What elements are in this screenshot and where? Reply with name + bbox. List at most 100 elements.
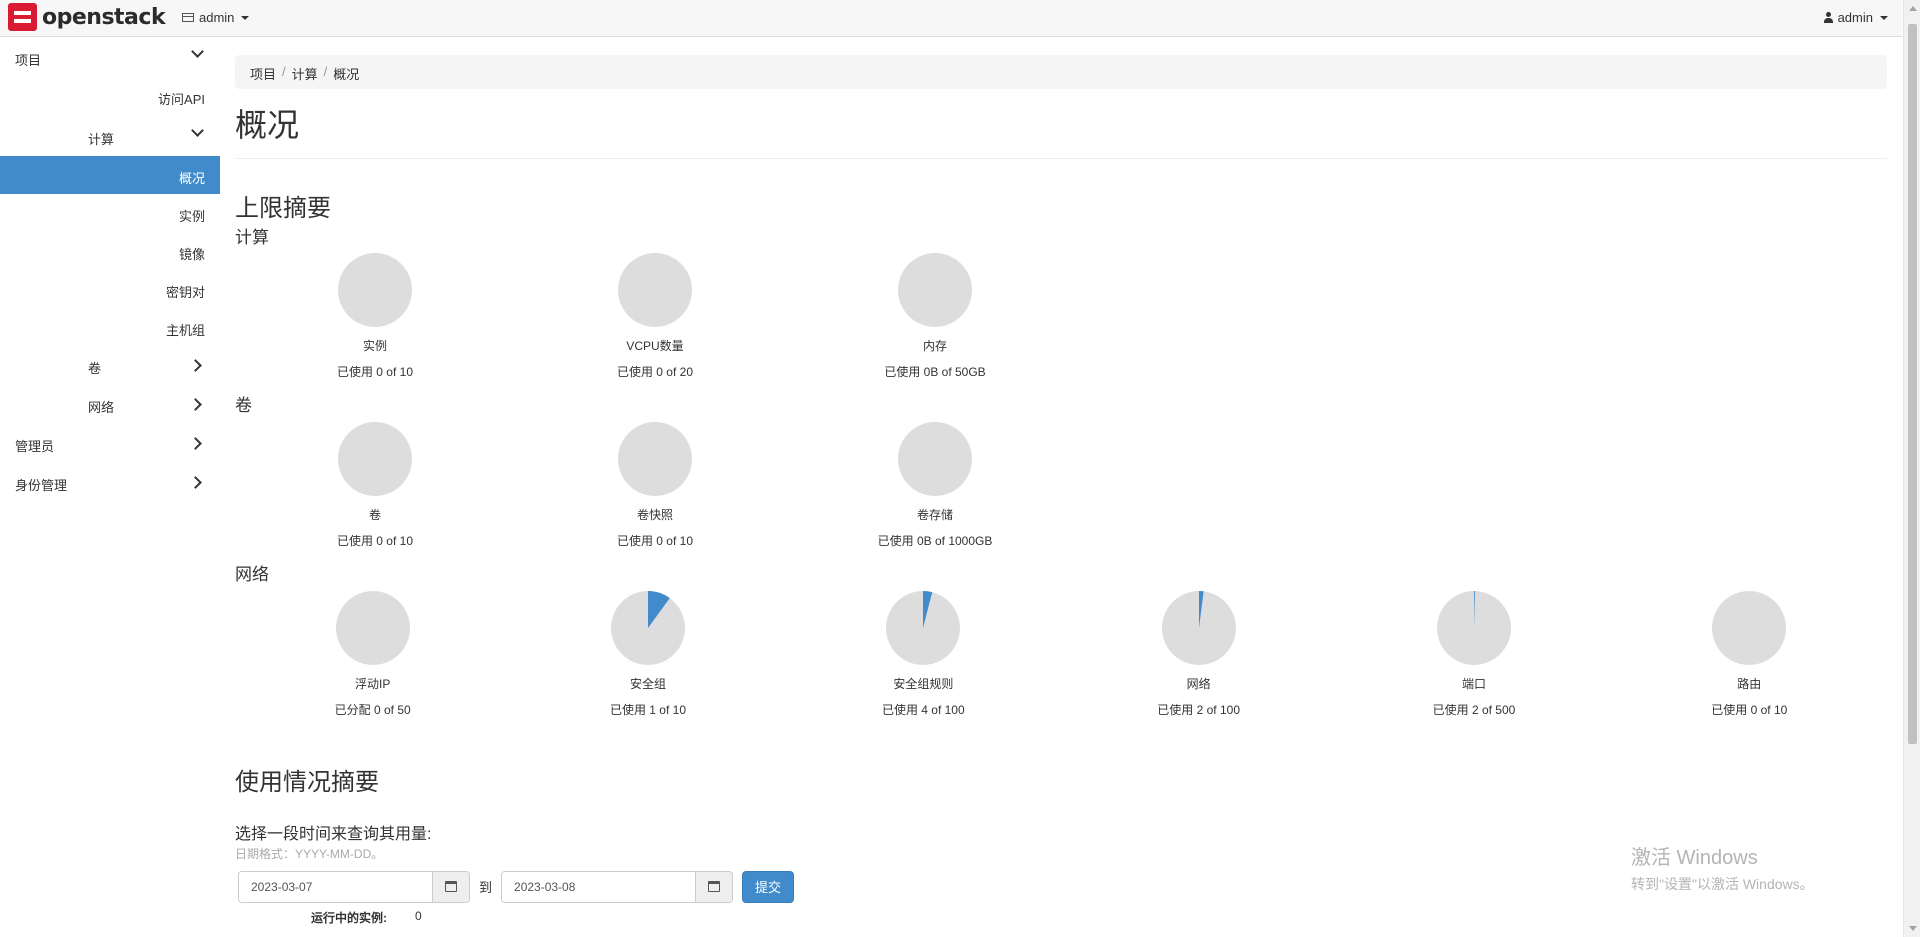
limit-usage-text: 已使用 0 of 20 — [616, 365, 694, 380]
pie-background — [338, 253, 412, 328]
date-to-label: 到 — [479, 880, 493, 896]
sidebar-item-admin[interactable]: 管理员 — [0, 424, 220, 463]
limit-usage-text: 已使用 0B of 50GB — [884, 365, 986, 380]
openstack-logo-icon — [8, 3, 37, 31]
user-dropdown-label: admin — [1837, 10, 1873, 25]
limit-pie-card: 卷已使用 0 of 10 — [235, 416, 515, 559]
limit-usage-text: 已使用 4 of 100 — [881, 702, 965, 717]
vertical-scrollbar[interactable] — [1903, 0, 1920, 937]
project-icon — [182, 13, 194, 22]
submit-button[interactable]: 提交 — [742, 870, 795, 903]
limit-pie-card: 实例 已使用 0 of 10 — [235, 247, 515, 390]
limit-pie-card: 端口已使用 2 of 500 — [1336, 585, 1611, 728]
limit-group-title: 计算 — [235, 227, 269, 247]
chevron-down-icon — [191, 124, 204, 137]
start-date-input[interactable] — [239, 871, 432, 902]
sidebar-item-label: 项目 — [15, 53, 42, 68]
limit-name: 路由 — [1737, 676, 1762, 691]
running-instances: 运行中的实例: 0 — [235, 909, 1887, 926]
sidebar-item-network[interactable]: 网络 — [0, 385, 220, 424]
sidebar-item-overview[interactable]: 概况 — [0, 156, 220, 194]
usage-pie-chart — [618, 253, 692, 328]
breadcrumb-separator: / — [323, 64, 328, 79]
usage-pie-chart — [898, 253, 972, 328]
sidebar-item-label: 网络 — [88, 400, 115, 415]
sidebar-item-project[interactable]: 项目 — [0, 38, 220, 77]
limit-name: 网络 — [1186, 676, 1211, 691]
sidebar-item-label: 计算 — [88, 132, 115, 147]
pie-background — [335, 590, 410, 665]
breadcrumb: 项目 / 计算 / 概况 — [235, 55, 1887, 89]
limit-usage-text: 已使用 2 of 100 — [1157, 702, 1240, 717]
sidebar-item-volumes[interactable]: 卷 — [0, 346, 220, 385]
limit-name: 卷存储 — [916, 508, 953, 523]
breadcrumb-item-project[interactable]: 项目 — [250, 64, 276, 82]
usage-pie-chart — [618, 422, 692, 497]
usage-pie-chart — [1436, 590, 1511, 665]
sidebar-item-identity[interactable]: 身份管理 — [0, 463, 220, 502]
user-icon — [1823, 12, 1833, 23]
sidebar-item-compute[interactable]: 计算 — [0, 117, 220, 156]
pie-background — [338, 422, 412, 497]
pie-background — [1712, 590, 1787, 665]
pie-background — [618, 253, 692, 328]
start-date-calendar-button[interactable] — [432, 871, 469, 902]
limit-pie-row: 实例 已使用 0 of 10 VCPU数量 已使用 0 of 20 内存 已使用 0B o… — [235, 247, 1887, 390]
end-date-calendar-button[interactable] — [695, 871, 733, 902]
sidebar-item-label: 主机组 — [165, 323, 205, 338]
pie-background — [898, 422, 972, 497]
limit-name: 安全组规则 — [893, 676, 954, 691]
calendar-icon — [708, 881, 721, 893]
chevron-right-icon — [189, 359, 202, 372]
sidebar-item-label: 身份管理 — [15, 478, 68, 493]
limit-usage-text: 已使用 0B of 1000GB — [877, 534, 993, 549]
limit-pie-card: 浮动IP 已分配 0 of 50 — [235, 585, 510, 728]
limit-name: 安全组 — [629, 676, 666, 691]
running-instances-value: 0 — [415, 908, 422, 923]
limit-summary-title: 上限摘要 — [235, 195, 331, 223]
pie-background — [898, 253, 972, 328]
project-dropdown[interactable]: admin — [182, 10, 250, 25]
page-title: 概况 — [235, 107, 300, 143]
breadcrumb-separator: / — [282, 64, 286, 79]
openstack-logo[interactable]: openstack — [8, 3, 166, 31]
main-content: 项目 / 计算 / 概况 概况 上限摘要 计算 实例 已使用 0 of 10 VCPU… — [235, 55, 1887, 926]
limit-pie-card: 内存 已使用 0B of 50GB — [795, 247, 1075, 390]
caret-down-icon — [1880, 15, 1888, 20]
scrollbar-thumb[interactable] — [1908, 24, 1917, 744]
usage-pie-chart — [1161, 590, 1236, 665]
limit-name: 端口 — [1461, 676, 1486, 691]
watermark-line-2: 转到"设置"以激活 Windows。 — [1631, 876, 1814, 892]
start-date-group — [238, 870, 470, 903]
breadcrumb-item-overview: 概况 — [333, 67, 360, 82]
sidebar-item-server-groups[interactable]: 主机组 — [0, 308, 220, 346]
sidebar-item-images[interactable]: 镜像 — [0, 232, 220, 270]
breadcrumb-item-compute[interactable]: 计算 — [292, 64, 318, 82]
limit-pie-row: 浮动IP 已分配 0 of 50 安全组 已使用 1 of 10 安全组规则 已使用 4 … — [235, 585, 1887, 728]
limit-group-title: 网络 — [235, 565, 269, 585]
sidebar-item-key-pairs[interactable]: 密钥对 — [0, 270, 220, 308]
project-dropdown-label: admin — [199, 10, 235, 25]
limit-pie-row: 卷已使用 0 of 10 卷快照 已使用 0 of 10 卷存储 已使用 0B of 1… — [235, 416, 1887, 559]
scroll-up-arrow-icon[interactable] — [1909, 6, 1917, 11]
sidebar-item-label: 密钥对 — [165, 285, 205, 300]
limit-usage-text: 已使用 2 of 500 — [1432, 702, 1516, 717]
windows-activation-watermark: 激活 Windows 转到"设置"以激活 Windows。 — [1631, 841, 1814, 894]
limit-groups: 计算 实例 已使用 0 of 10 VCPU数量 已使用 0 of 20 内存 已使用 0B… — [235, 227, 1887, 728]
end-date-input[interactable] — [502, 871, 696, 902]
usage-pie-chart — [335, 590, 410, 665]
usage-pie-chart — [898, 422, 972, 497]
limit-name: 卷快照 — [636, 508, 673, 523]
limit-pie-card: VCPU数量 已使用 0 of 20 — [515, 247, 795, 390]
limit-pie-card: 卷存储已使用 0B of 1000GB — [795, 416, 1075, 559]
scroll-down-arrow-icon[interactable] — [1909, 926, 1917, 931]
title-divider — [235, 158, 1887, 160]
sidebar-item-label: 概况 — [178, 171, 205, 186]
usage-pie-chart — [1712, 590, 1787, 665]
sidebar-item-api-access[interactable]: 访问API — [0, 77, 220, 117]
usage-pie-chart — [338, 253, 412, 328]
limit-pie-card: 卷快照 已使用 0 of 10 — [515, 416, 795, 559]
sidebar-item-label: 访问API — [158, 92, 205, 107]
sidebar-item-instances[interactable]: 实例 — [0, 194, 220, 232]
user-dropdown[interactable]: admin — [1823, 10, 1888, 25]
